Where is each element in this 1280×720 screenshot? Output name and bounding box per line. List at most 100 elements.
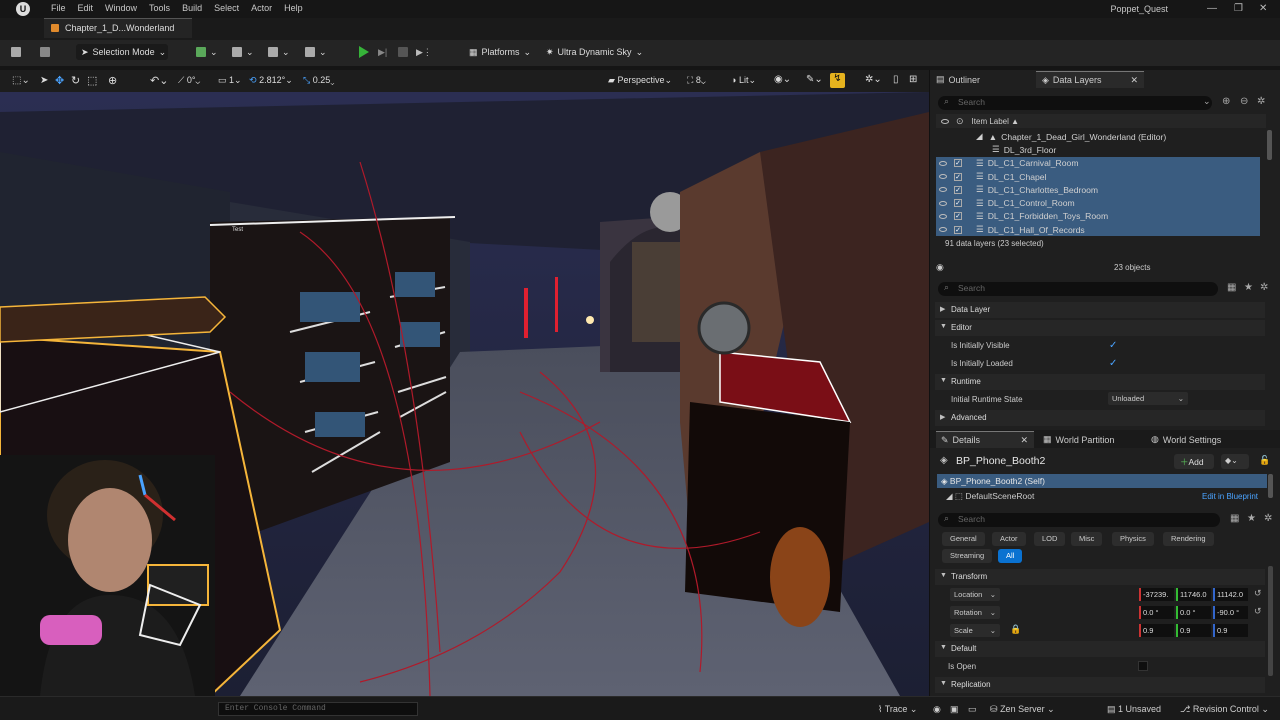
filter-icon[interactable]: ⊖: [1240, 96, 1248, 107]
filter-all[interactable]: All: [998, 549, 1023, 563]
visibility-icon[interactable]: [939, 213, 947, 219]
select-tool-icon[interactable]: ➤: [40, 75, 48, 86]
star-icon[interactable]: ★: [1247, 513, 1256, 524]
reset-location-icon[interactable]: ↺: [1254, 588, 1262, 599]
selection-mode-dropdown[interactable]: ➤ Selection Mode ⌄: [76, 44, 168, 60]
filter-lod[interactable]: LOD: [1034, 532, 1066, 546]
column-item-label[interactable]: Item Label ▲: [972, 117, 1020, 126]
actor-name[interactable]: BP_Phone_Booth2: [956, 455, 1045, 467]
loaded-checkbox[interactable]: ✓: [954, 225, 962, 234]
blueprint-icon[interactable]: ⌄: [232, 44, 254, 60]
settings-icon[interactable]: ✲⌄: [865, 74, 882, 85]
stop-button[interactable]: [398, 44, 408, 60]
scale-tool-icon[interactable]: ⬚: [87, 74, 97, 87]
perspective-dropdown[interactable]: ▰ Perspective⌄: [608, 75, 672, 86]
menu-file[interactable]: File: [45, 3, 72, 13]
section-default[interactable]: Default: [935, 641, 1265, 657]
edit-blueprint-link[interactable]: Edit in Blueprint: [1202, 492, 1258, 501]
data-layers-search-input[interactable]: Search: [938, 96, 1212, 110]
grid-snap-toggle[interactable]: ▭ 1⌄: [218, 75, 242, 86]
menu-tools[interactable]: Tools: [143, 3, 176, 13]
rotation-x-field[interactable]: 0.0 °: [1139, 606, 1174, 619]
add-actor-icon[interactable]: ⌄: [196, 44, 218, 60]
viewport-options-icon[interactable]: ⬚⌄: [12, 75, 30, 86]
settings-icon[interactable]: ✲: [1264, 513, 1272, 524]
tab-world-settings[interactable]: ◍ World Settings: [1151, 431, 1221, 448]
level-tab[interactable]: Chapter_1_D...Wonderland: [44, 18, 192, 38]
section-runtime[interactable]: Runtime: [935, 374, 1265, 390]
grid-view-icon[interactable]: ▦: [1230, 513, 1239, 524]
scale-x-field[interactable]: 0.9: [1139, 624, 1174, 637]
filter-rendering[interactable]: Rendering: [1163, 532, 1214, 546]
lit-dropdown[interactable]: ◑ Lit⌄: [731, 75, 756, 86]
component-root-row[interactable]: ◢ ⬚ DefaultSceneRoot: [946, 491, 1034, 502]
list-item[interactable]: ✓ ☰ DL_C1_Hall_Of_Records: [936, 223, 1260, 237]
reset-rotation-icon[interactable]: ↺: [1254, 606, 1262, 617]
play-button[interactable]: [359, 44, 369, 60]
details-search-input[interactable]: Search: [938, 513, 1220, 527]
realtime-toggle-icon[interactable]: ↯: [830, 73, 845, 88]
unsaved-button[interactable]: ▤ 1 Unsaved: [1107, 704, 1161, 715]
layer-details-search-input[interactable]: Search: [938, 282, 1218, 296]
components-scrollbar[interactable]: [1268, 474, 1273, 498]
section-data-layer[interactable]: Data Layer: [935, 302, 1265, 318]
menu-window[interactable]: Window: [99, 3, 143, 13]
location-y-field[interactable]: 11746.0: [1176, 588, 1211, 601]
visibility-icon[interactable]: [939, 174, 947, 180]
component-self-row[interactable]: ◈ BP_Phone_Booth2 (Self): [937, 474, 1267, 488]
visibility-icon[interactable]: [939, 227, 947, 233]
loaded-checkbox[interactable]: ✓: [954, 185, 962, 194]
maximize-viewport-icon[interactable]: ⊞: [909, 74, 917, 85]
menu-help[interactable]: Help: [278, 3, 309, 13]
record-icon[interactable]: ◉: [933, 704, 941, 715]
platforms-button[interactable]: ▦ Platforms ⌄: [469, 44, 531, 60]
lock-icon[interactable]: ◉: [936, 262, 944, 273]
menu-edit[interactable]: Edit: [72, 3, 100, 13]
section-transform[interactable]: Transform: [935, 569, 1265, 585]
blueprint-options-button[interactable]: ◆⌄: [1221, 454, 1249, 469]
star-icon[interactable]: ★: [1244, 282, 1253, 293]
scale-y-field[interactable]: 0.9: [1176, 624, 1211, 637]
camera-speed-toggle[interactable]: ⟲ 2.812°⌄: [249, 75, 293, 86]
section-advanced[interactable]: Advanced: [935, 410, 1265, 426]
is-open-checkbox[interactable]: [1138, 661, 1148, 671]
zen-server-button[interactable]: ⛁ Zen Server ⌄: [990, 704, 1055, 715]
filter-physics[interactable]: Physics: [1112, 532, 1154, 546]
menu-build[interactable]: Build: [176, 3, 208, 13]
loaded-checkbox[interactable]: ✓: [954, 159, 962, 168]
tab-details[interactable]: ✎ Details ✕: [936, 431, 1034, 448]
initially-visible-checkbox[interactable]: ✓: [1109, 340, 1117, 351]
settings-icon[interactable]: ✲: [1260, 282, 1268, 293]
content-browser-icon[interactable]: [40, 44, 50, 60]
sky-button[interactable]: ✷ Ultra Dynamic Sky ⌄: [546, 44, 643, 60]
tab-outliner[interactable]: ▤ Outliner: [936, 71, 980, 88]
camera-icon[interactable]: ▣: [950, 704, 959, 715]
loaded-checkbox[interactable]: ✓: [954, 199, 962, 208]
filter-misc[interactable]: Misc: [1071, 532, 1103, 546]
visibility-icon[interactable]: [939, 160, 947, 166]
section-replication[interactable]: Replication: [935, 677, 1265, 693]
visibility-icon[interactable]: [939, 187, 947, 193]
list-item[interactable]: ✓ ☰ DL_C1_Chapel: [936, 169, 1260, 184]
location-x-field[interactable]: -37239.: [1139, 588, 1174, 601]
tab-data-layers[interactable]: ◈ Data Layers ✕: [1036, 71, 1144, 88]
loaded-checkbox[interactable]: ✓: [954, 212, 962, 221]
rotation-z-field[interactable]: -90.0 °: [1213, 606, 1248, 619]
video-icon[interactable]: ▭: [968, 704, 977, 715]
loaded-checkbox[interactable]: ✓: [954, 172, 962, 181]
add-layer-icon[interactable]: ⊕: [1222, 96, 1230, 107]
list-item[interactable]: ✓ ☰ DL_C1_Forbidden_Toys_Room: [936, 209, 1260, 224]
console-command-input[interactable]: Enter Console Command: [218, 702, 418, 716]
layout-icon[interactable]: ▯: [893, 74, 899, 85]
close-tab-icon[interactable]: ✕: [1020, 435, 1028, 446]
list-item[interactable]: ✓ ☰ DL_C1_Carnival_Room: [936, 156, 1260, 170]
outliner-scrollbar[interactable]: [1267, 130, 1272, 160]
tree-root[interactable]: ◢ ▲ Chapter_1_Dead_Girl_Wonderland (Editor…: [936, 130, 1260, 143]
fov-dropdown[interactable]: ⛶ 8⌄: [687, 75, 706, 86]
filter-streaming[interactable]: Streaming: [942, 549, 993, 563]
initially-loaded-checkbox[interactable]: ✓: [1109, 358, 1117, 369]
menu-select[interactable]: Select: [208, 3, 245, 13]
rotation-y-field[interactable]: 0.0 °: [1176, 606, 1211, 619]
revision-control-button[interactable]: ⎇ Revision Control ⌄: [1180, 704, 1269, 715]
settings-icon[interactable]: ✲: [1257, 96, 1265, 107]
